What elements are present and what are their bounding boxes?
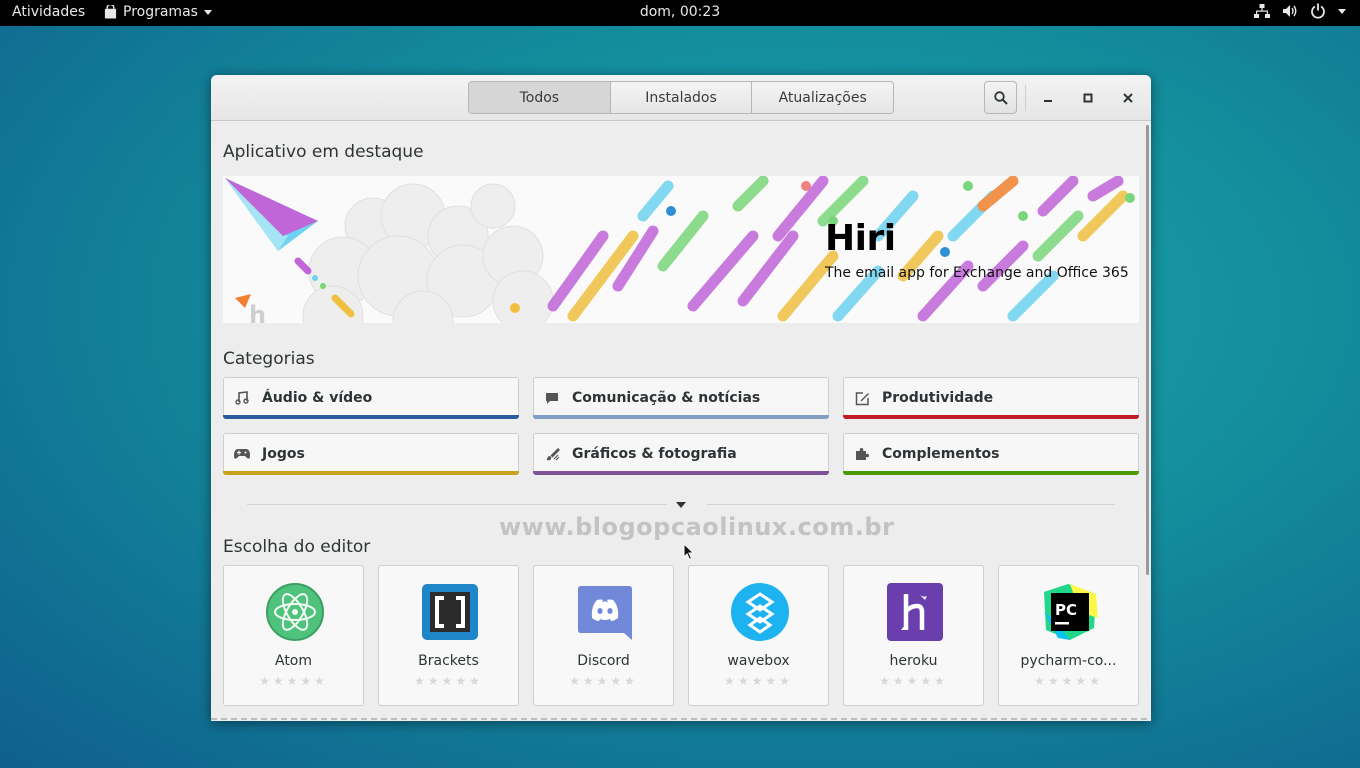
rating-stars: ★★★★★ (259, 674, 328, 688)
category-color-bar (843, 471, 1139, 475)
minimize-button[interactable] (1037, 87, 1059, 109)
featured-banner[interactable]: h Hiri The email app for Exchange and Of… (223, 176, 1139, 323)
maximize-button[interactable] (1077, 87, 1099, 109)
header-separator (1025, 85, 1026, 111)
tab-all[interactable]: Todos (469, 82, 611, 113)
scroll-undershoot (211, 718, 1151, 720)
chevron-down-icon (203, 9, 212, 15)
maximize-icon (1083, 93, 1093, 103)
featured-app-name: Hiri (825, 218, 896, 259)
category-label: Produtividade (882, 390, 994, 406)
close-icon (1123, 93, 1133, 103)
category-productivity[interactable]: Produtividade (843, 377, 1139, 419)
app-tile-atom[interactable]: Atom ★★★★★ (223, 565, 364, 706)
app-tile-pycharm[interactable]: PC pycharm-co... ★★★★★ (998, 565, 1139, 706)
category-color-bar (223, 471, 519, 475)
category-label: Jogos (262, 446, 305, 462)
chevron-down-icon[interactable] (1338, 8, 1346, 14)
close-button[interactable] (1117, 87, 1139, 109)
featured-app-description: The email app for Exchange and Office 36… (825, 265, 1129, 281)
category-addons[interactable]: Complementos (843, 433, 1139, 475)
atom-icon (266, 583, 324, 641)
rating-stars: ★★★★★ (569, 674, 638, 688)
category-audio-video[interactable]: Áudio & vídeo (223, 377, 519, 419)
featured-banner-art: h (225, 176, 1135, 323)
app-name: Discord (577, 653, 630, 669)
rating-stars: ★★★★★ (724, 674, 793, 688)
editors-choice-heading: Escolha do editor (223, 537, 371, 557)
category-color-bar (533, 471, 829, 475)
music-note-icon (224, 391, 260, 405)
app-tile-heroku[interactable]: heroku ★★★★★ (843, 565, 984, 706)
category-label: Áudio & vídeo (262, 390, 373, 406)
expand-categories-icon[interactable] (676, 502, 686, 508)
brush-icon (534, 447, 570, 462)
app-name: Brackets (418, 653, 479, 669)
apps-menu-button[interactable]: Programas (104, 4, 212, 20)
tab-updates[interactable]: Atualizações (752, 82, 893, 113)
system-tray[interactable] (1254, 3, 1346, 19)
search-icon (993, 90, 1008, 105)
category-label: Complementos (882, 446, 1000, 462)
rating-stars: ★★★★★ (414, 674, 483, 688)
category-color-bar (533, 415, 829, 419)
category-games[interactable]: Jogos (223, 433, 519, 475)
top-bar: Atividades Programas dom, 00:23 (0, 0, 1360, 26)
app-name: wavebox (727, 653, 790, 669)
puzzle-icon (844, 447, 880, 461)
mouse-cursor-icon (683, 543, 695, 561)
shopping-bag-icon (104, 5, 117, 19)
chat-bubble-icon (534, 391, 570, 405)
clock[interactable]: dom, 00:23 (640, 4, 720, 20)
category-communication-news[interactable]: Comunicação & notícias (533, 377, 829, 419)
svg-text:PC: PC (1055, 601, 1077, 619)
app-name: pycharm-co... (1020, 653, 1117, 669)
heroku-icon (887, 583, 943, 641)
category-label: Gráficos & fotografia (572, 446, 737, 462)
app-name: heroku (889, 653, 938, 669)
svg-text:h: h (249, 301, 266, 323)
divider-left (247, 504, 667, 505)
header-bar: Todos Instalados Atualizações (211, 75, 1151, 121)
software-window: Todos Instalados Atualizações Aplicativo… (211, 75, 1151, 721)
rating-stars: ★★★★★ (879, 674, 948, 688)
activities-button[interactable]: Atividades (12, 4, 85, 20)
category-label: Comunicação & notícias (572, 390, 761, 406)
categories-heading: Categorias (223, 349, 315, 369)
app-tile-brackets[interactable]: Brackets ★★★★★ (378, 565, 519, 706)
watermark: www.blogopcaolinux.com.br (499, 513, 895, 541)
scrollbar[interactable] (1146, 125, 1149, 575)
divider-right (707, 504, 1115, 505)
search-button[interactable] (984, 81, 1017, 114)
app-tile-discord[interactable]: Discord ★★★★★ (533, 565, 674, 706)
network-icon[interactable] (1254, 3, 1270, 19)
volume-icon[interactable] (1282, 3, 1298, 19)
gamepad-icon (224, 448, 260, 460)
rating-stars: ★★★★★ (1034, 674, 1103, 688)
pycharm-icon: PC (1044, 584, 1098, 640)
brackets-icon (422, 584, 478, 640)
wavebox-icon (731, 583, 789, 641)
app-name: Atom (274, 653, 313, 669)
discord-icon (578, 586, 632, 640)
featured-heading: Aplicativo em destaque (223, 142, 424, 162)
category-color-bar (223, 415, 519, 419)
view-switcher: Todos Instalados Atualizações (468, 81, 894, 114)
minimize-icon (1044, 100, 1052, 102)
power-icon[interactable] (1310, 3, 1326, 19)
tab-installed[interactable]: Instalados (610, 82, 753, 113)
category-color-bar (843, 415, 1139, 419)
edit-icon (844, 391, 880, 406)
category-graphics-photography[interactable]: Gráficos & fotografia (533, 433, 829, 475)
app-tile-wavebox[interactable]: wavebox ★★★★★ (688, 565, 829, 706)
apps-menu-label: Programas (123, 4, 198, 20)
